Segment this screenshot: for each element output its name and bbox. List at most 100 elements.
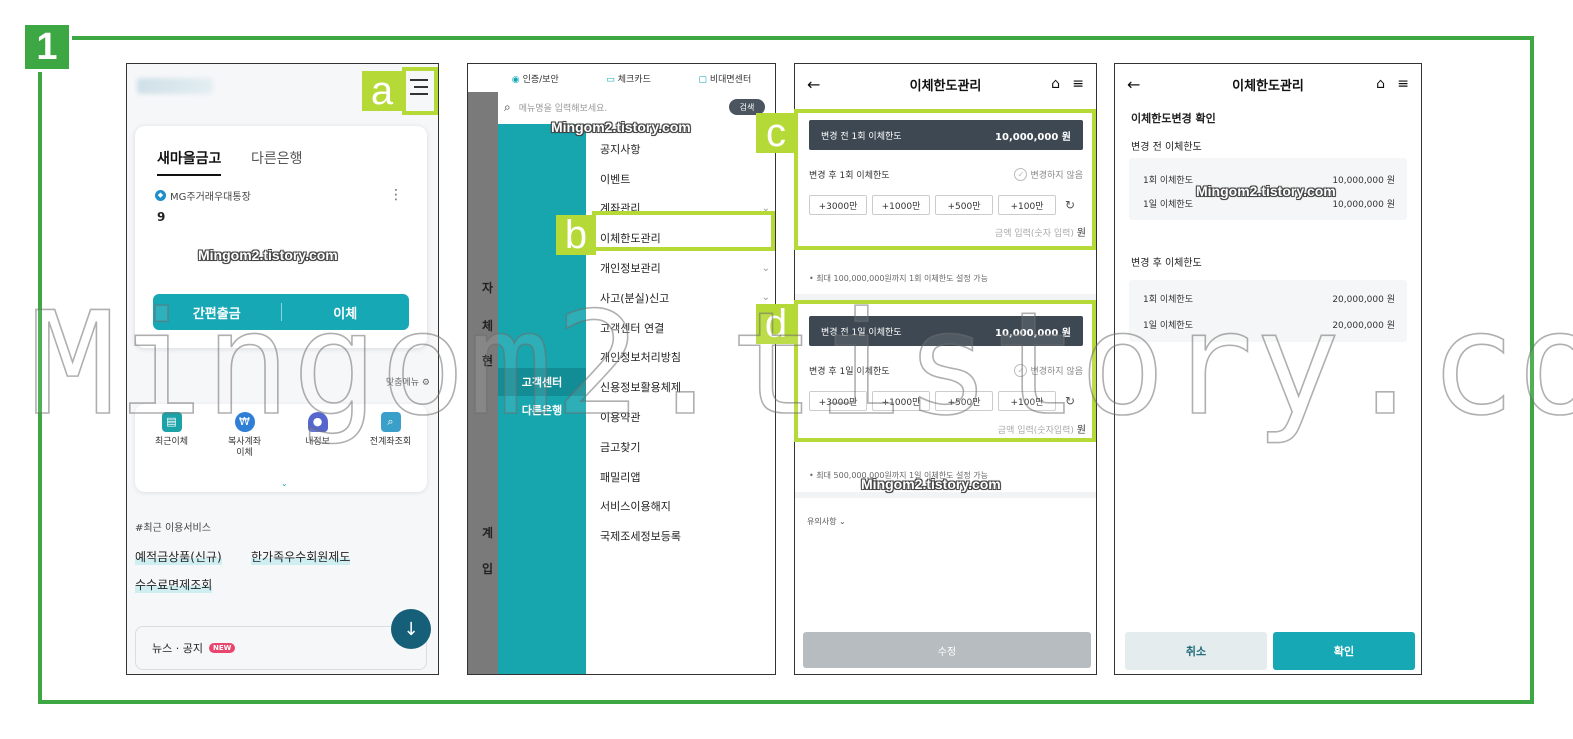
- chevron-down-icon: ⌄: [839, 517, 846, 526]
- menu-item[interactable]: 개인정보처리방침: [600, 343, 770, 373]
- transfer-button[interactable]: 이체: [282, 294, 410, 330]
- search-input[interactable]: 메뉴명을 입력해보세요.: [519, 101, 608, 114]
- more-options-icon[interactable]: ⋮: [389, 188, 403, 202]
- app-logo: [137, 78, 213, 94]
- search-icon: ⌕: [504, 99, 511, 114]
- shortcut-check-card[interactable]: ▭ 체크카드: [606, 72, 651, 85]
- account-number: 9: [157, 210, 166, 224]
- recent-services-title: #최근 이용서비스: [135, 523, 211, 534]
- background-text: 입: [482, 562, 494, 576]
- menu-item-label: 사고(분실)신고: [600, 291, 670, 305]
- background-text: 계: [482, 526, 494, 540]
- after-limit-title: 변경 후 이체한도: [1131, 258, 1202, 269]
- shortcut-security[interactable]: ◉ 인증/보안: [512, 72, 559, 85]
- section-divider: [795, 492, 1096, 498]
- shortcut-contactless[interactable]: ▢ 비대면센터: [698, 72, 751, 85]
- tab-mg-bank[interactable]: 새마을금고: [157, 148, 222, 176]
- account-action-bar: 간편출금 이체: [153, 294, 409, 330]
- menu-item[interactable]: 이용약관: [600, 402, 770, 432]
- watermark-small: Mingom2.tistory.com: [861, 476, 1001, 492]
- step-badge: 1: [22, 22, 72, 72]
- menu-item[interactable]: 서비스이용해지: [600, 492, 770, 522]
- bank-logo-icon: ◆: [155, 190, 166, 201]
- back-arrow-icon[interactable]: ←: [807, 75, 820, 94]
- menu-item[interactable]: 공지사항: [600, 134, 770, 164]
- watermark-small: Mingom2.tistory.com: [198, 247, 338, 263]
- recent-link-fee[interactable]: 수수료면제조회: [135, 576, 213, 593]
- menu-item[interactable]: 사고(분실)신고 ⌄: [600, 283, 770, 313]
- once-limit-note: • 최대 100,000,000원까지 1회 이체한도 설정 가능: [809, 274, 988, 283]
- hamburger-menu-icon[interactable]: ≡: [1072, 76, 1084, 92]
- menu-item[interactable]: 패밀리앱: [600, 462, 770, 492]
- callout-box-d: [794, 300, 1096, 442]
- quick-item-all-accounts[interactable]: ⌕ 전계좌조회: [359, 412, 423, 492]
- menu-item[interactable]: 금고찾기: [600, 432, 770, 462]
- cancel-button[interactable]: 취소: [1125, 632, 1267, 670]
- menu-item[interactable]: 신용정보활용체제: [600, 372, 770, 402]
- recent-link-deposit[interactable]: 예적금상품(신규): [135, 548, 222, 565]
- quick-menu: ▤ 최근이체 ₩ 복사계좌 이체 ● 내정보 ⌕ 전계좌조회 ⌄: [135, 404, 427, 492]
- after-daily-row: 1일 이체한도 20,000,000 원: [1143, 321, 1395, 331]
- menu-item[interactable]: 이벤트: [600, 164, 770, 194]
- chevron-down-icon: ⌄: [761, 262, 770, 274]
- menu-item-label: 이벤트: [600, 172, 631, 186]
- page-title: 이체한도관리: [1232, 78, 1304, 94]
- menu-item-label: 이용약관: [600, 411, 641, 425]
- caution-toggle[interactable]: 유의사항 ⌄: [807, 516, 846, 527]
- menu-item-label: 국제조세정보등록: [600, 530, 681, 544]
- quick-withdraw-button[interactable]: 간편출금: [153, 294, 281, 330]
- callout-box-c: [794, 109, 1096, 250]
- modify-button[interactable]: 수정: [803, 632, 1091, 668]
- menu-item-label: 개인정보관리: [600, 262, 661, 276]
- quick-item-recent-transfer[interactable]: ▤ 최근이체: [140, 412, 204, 492]
- home-icon[interactable]: ⌂: [1051, 76, 1060, 92]
- menu-item[interactable]: 국제조세정보등록: [600, 521, 770, 551]
- callout-c: c: [756, 113, 796, 153]
- news-notice-bar[interactable]: 뉴스 · 공지 NEW: [135, 626, 427, 670]
- account-card: 새마을금고 다른은행 ◆ MG주거래우대통장 ⋮ 9 간편출금 이체: [135, 126, 427, 348]
- callout-box-a: [402, 67, 438, 115]
- account-name[interactable]: ◆ MG주거래우대통장: [155, 188, 251, 203]
- panel-side-menu: 자 체 현 계 입 ◉ 인증/보안 ▭ 체크카드 ▢ 비대면센터 ⌕ 메뉴명을 입력해…: [467, 63, 776, 675]
- menu-item-label: 공지사항: [600, 142, 641, 156]
- page-header: ← 이체한도관리 ⌂ ≡: [795, 64, 1096, 104]
- confirm-button[interactable]: 확인: [1273, 632, 1415, 670]
- menu-item[interactable]: 개인정보관리 ⌄: [600, 253, 770, 283]
- panel-limit-confirm: ← 이체한도관리 ⌂ ≡ 이체한도변경 확인 변경 전 이체한도 1회 이체한도…: [1114, 63, 1422, 675]
- before-limit-title: 변경 전 이체한도: [1131, 142, 1202, 153]
- side-item-other-bank[interactable]: 다른은행: [498, 402, 586, 418]
- panel-home: 새마을금고 다른은행 ◆ MG주거래우대통장 ⋮ 9 간편출금 이체 맞춤메뉴 …: [126, 63, 439, 675]
- search-icon: ⌕: [380, 412, 401, 432]
- menu-item-label: 금고찾기: [600, 440, 641, 454]
- card-icon: ▭: [606, 74, 615, 85]
- custom-menu-link[interactable]: 맞춤메뉴 ⚙: [386, 375, 430, 388]
- menu-list: 공지사항 이벤트 계좌관리 ⌄ 이체한도관리 개인정보관리 ⌄ 사고(분실)신고 ⌄ 고객센터 연…: [600, 134, 770, 551]
- tab-other-bank[interactable]: 다른은행: [251, 148, 303, 168]
- hamburger-menu-icon[interactable]: ≡: [1397, 76, 1409, 92]
- after-once-row: 1회 이체한도 20,000,000 원: [1143, 295, 1395, 305]
- menu-item-label: 고객센터 연결: [600, 321, 665, 335]
- dimmed-background: [468, 64, 498, 674]
- watermark-small: Mingom2.tistory.com: [1196, 183, 1336, 199]
- confirm-title: 이체한도변경 확인: [1131, 112, 1216, 125]
- back-arrow-icon[interactable]: ←: [1127, 75, 1140, 94]
- menu-item-label: 패밀리앱: [600, 470, 641, 484]
- background-text: 현: [482, 354, 494, 368]
- quick-item-copy-account[interactable]: ₩ 복사계좌 이체: [213, 412, 277, 492]
- top-shortcuts: ◉ 인증/보안 ▭ 체크카드 ▢ 비대면센터: [468, 64, 775, 92]
- home-icon[interactable]: ⌂: [1376, 76, 1385, 92]
- menu-item-label: 신용정보활용체제: [600, 381, 681, 395]
- recent-link-family[interactable]: 한가족우수회원제도: [251, 548, 351, 565]
- watermark-small: Mingom2.tistory.com: [551, 119, 691, 135]
- menu-search[interactable]: ⌕ 메뉴명을 입력해보세요. 검색: [504, 96, 765, 118]
- side-item-customer-center[interactable]: 고객센터: [498, 368, 586, 396]
- page-title: 이체한도관리: [909, 78, 982, 94]
- menu-item[interactable]: 고객센터 연결: [600, 313, 770, 343]
- background-text: 자: [482, 281, 494, 295]
- chevron-down-icon[interactable]: ⌄: [281, 479, 288, 488]
- scroll-down-button[interactable]: ↓: [391, 609, 431, 649]
- callout-d: d: [756, 304, 796, 344]
- menu-item-label: 서비스이용해지: [600, 500, 671, 514]
- shield-icon: ◉: [511, 74, 520, 85]
- quick-item-my-info[interactable]: ● 내정보: [286, 412, 350, 492]
